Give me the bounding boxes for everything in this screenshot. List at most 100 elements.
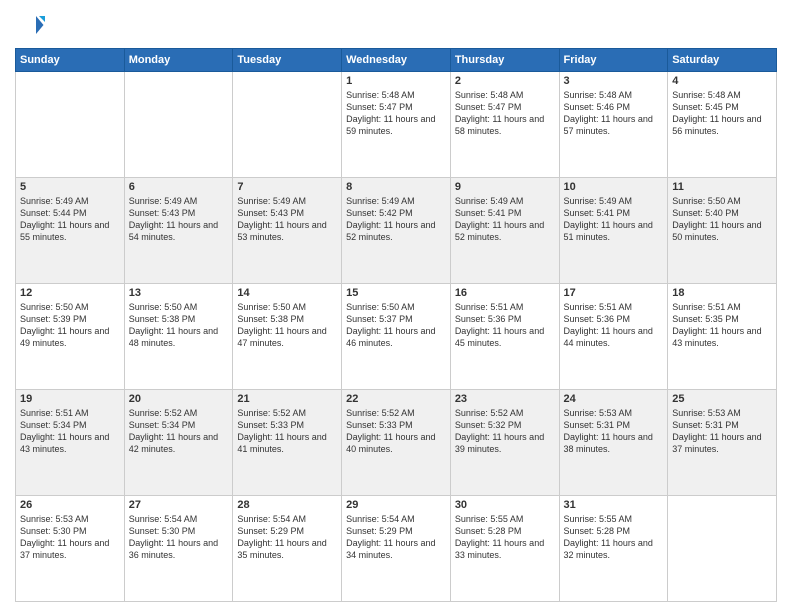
day-number: 8	[346, 181, 446, 193]
calendar-cell: 14 Sunrise: 5:50 AM Sunset: 5:38 PM Dayli…	[233, 284, 342, 390]
day-number: 10	[564, 181, 664, 193]
calendar-cell: 27 Sunrise: 5:54 AM Sunset: 5:30 PM Dayli…	[124, 496, 233, 602]
calendar-cell: 23 Sunrise: 5:52 AM Sunset: 5:32 PM Dayli…	[450, 390, 559, 496]
day-info: Sunrise: 5:49 AM Sunset: 5:43 PM Dayligh…	[237, 195, 337, 244]
day-header: Monday	[124, 49, 233, 72]
day-number: 16	[455, 287, 555, 299]
day-number: 26	[20, 499, 120, 511]
day-info: Sunrise: 5:51 AM Sunset: 5:34 PM Dayligh…	[20, 407, 120, 456]
day-number: 1	[346, 75, 446, 87]
day-info: Sunrise: 5:50 AM Sunset: 5:39 PM Dayligh…	[20, 301, 120, 350]
day-info: Sunrise: 5:49 AM Sunset: 5:44 PM Dayligh…	[20, 195, 120, 244]
calendar-cell: 12 Sunrise: 5:50 AM Sunset: 5:39 PM Dayli…	[16, 284, 125, 390]
day-number: 4	[672, 75, 772, 87]
day-number: 7	[237, 181, 337, 193]
day-number: 9	[455, 181, 555, 193]
calendar-cell: 2 Sunrise: 5:48 AM Sunset: 5:47 PM Daylig…	[450, 72, 559, 178]
calendar-cell: 17 Sunrise: 5:51 AM Sunset: 5:36 PM Dayli…	[559, 284, 668, 390]
calendar-cell	[16, 72, 125, 178]
day-info: Sunrise: 5:50 AM Sunset: 5:37 PM Dayligh…	[346, 301, 446, 350]
calendar-cell	[233, 72, 342, 178]
calendar-cell: 15 Sunrise: 5:50 AM Sunset: 5:37 PM Dayli…	[342, 284, 451, 390]
calendar: SundayMondayTuesdayWednesdayThursdayFrid…	[15, 48, 777, 602]
day-number: 27	[129, 499, 229, 511]
calendar-cell: 29 Sunrise: 5:54 AM Sunset: 5:29 PM Dayli…	[342, 496, 451, 602]
calendar-cell: 26Sunrise: 5:53 AM Sunset: 5:30 PM Dayli…	[16, 496, 125, 602]
header	[15, 10, 777, 40]
day-header: Sunday	[16, 49, 125, 72]
day-info: Sunrise: 5:52 AM Sunset: 5:33 PM Dayligh…	[237, 407, 337, 456]
day-info: Sunrise: 5:54 AM Sunset: 5:29 PM Dayligh…	[237, 513, 337, 562]
day-number: 19	[20, 393, 120, 405]
logo	[15, 10, 49, 40]
day-header: Tuesday	[233, 49, 342, 72]
day-number: 15	[346, 287, 446, 299]
calendar-cell	[124, 72, 233, 178]
day-info: Sunrise: 5:48 AM Sunset: 5:47 PM Dayligh…	[346, 89, 446, 138]
day-header: Wednesday	[342, 49, 451, 72]
day-number: 25	[672, 393, 772, 405]
calendar-cell: 30Sunrise: 5:55 AM Sunset: 5:28 PM Dayli…	[450, 496, 559, 602]
day-info: Sunrise: 5:50 AM Sunset: 5:38 PM Dayligh…	[237, 301, 337, 350]
calendar-cell: 5 Sunrise: 5:49 AM Sunset: 5:44 PM Daylig…	[16, 178, 125, 284]
day-number: 28	[237, 499, 337, 511]
calendar-cell: 25Sunrise: 5:53 AM Sunset: 5:31 PM Dayli…	[668, 390, 777, 496]
calendar-cell: 31Sunrise: 5:55 AM Sunset: 5:28 PM Dayli…	[559, 496, 668, 602]
calendar-week-row: 1 Sunrise: 5:48 AM Sunset: 5:47 PM Daylig…	[16, 72, 777, 178]
logo-icon	[15, 10, 45, 40]
day-info: Sunrise: 5:54 AM Sunset: 5:29 PM Dayligh…	[346, 513, 446, 562]
day-header: Thursday	[450, 49, 559, 72]
calendar-cell: 13Sunrise: 5:50 AM Sunset: 5:38 PM Dayli…	[124, 284, 233, 390]
day-info: Sunrise: 5:52 AM Sunset: 5:32 PM Dayligh…	[455, 407, 555, 456]
day-info: Sunrise: 5:51 AM Sunset: 5:35 PM Dayligh…	[672, 301, 772, 350]
calendar-cell: 16 Sunrise: 5:51 AM Sunset: 5:36 PM Dayli…	[450, 284, 559, 390]
day-number: 2	[455, 75, 555, 87]
day-number: 5	[20, 181, 120, 193]
calendar-cell: 19 Sunrise: 5:51 AM Sunset: 5:34 PM Dayli…	[16, 390, 125, 496]
calendar-cell: 1 Sunrise: 5:48 AM Sunset: 5:47 PM Daylig…	[342, 72, 451, 178]
day-number: 3	[564, 75, 664, 87]
day-info: Sunrise: 5:50 AM Sunset: 5:38 PM Dayligh…	[129, 301, 229, 350]
day-number: 17	[564, 287, 664, 299]
calendar-cell: 8 Sunrise: 5:49 AM Sunset: 5:42 PM Daylig…	[342, 178, 451, 284]
day-info: Sunrise: 5:55 AM Sunset: 5:28 PM Dayligh…	[455, 513, 555, 562]
calendar-cell: 9 Sunrise: 5:49 AM Sunset: 5:41 PM Daylig…	[450, 178, 559, 284]
day-number: 21	[237, 393, 337, 405]
day-number: 23	[455, 393, 555, 405]
calendar-cell: 21 Sunrise: 5:52 AM Sunset: 5:33 PM Dayli…	[233, 390, 342, 496]
day-number: 12	[20, 287, 120, 299]
calendar-week-row: 26Sunrise: 5:53 AM Sunset: 5:30 PM Dayli…	[16, 496, 777, 602]
day-info: Sunrise: 5:55 AM Sunset: 5:28 PM Dayligh…	[564, 513, 664, 562]
calendar-cell: 4 Sunrise: 5:48 AM Sunset: 5:45 PM Daylig…	[668, 72, 777, 178]
day-info: Sunrise: 5:48 AM Sunset: 5:46 PM Dayligh…	[564, 89, 664, 138]
day-number: 14	[237, 287, 337, 299]
calendar-cell: 22Sunrise: 5:52 AM Sunset: 5:33 PM Dayli…	[342, 390, 451, 496]
day-info: Sunrise: 5:49 AM Sunset: 5:42 PM Dayligh…	[346, 195, 446, 244]
day-number: 24	[564, 393, 664, 405]
calendar-week-row: 12 Sunrise: 5:50 AM Sunset: 5:39 PM Dayli…	[16, 284, 777, 390]
day-info: Sunrise: 5:49 AM Sunset: 5:41 PM Dayligh…	[564, 195, 664, 244]
calendar-cell: 3 Sunrise: 5:48 AM Sunset: 5:46 PM Daylig…	[559, 72, 668, 178]
day-info: Sunrise: 5:51 AM Sunset: 5:36 PM Dayligh…	[564, 301, 664, 350]
day-info: Sunrise: 5:51 AM Sunset: 5:36 PM Dayligh…	[455, 301, 555, 350]
calendar-cell: 24Sunrise: 5:53 AM Sunset: 5:31 PM Dayli…	[559, 390, 668, 496]
day-header: Saturday	[668, 49, 777, 72]
day-number: 18	[672, 287, 772, 299]
calendar-cell	[668, 496, 777, 602]
day-number: 20	[129, 393, 229, 405]
day-info: Sunrise: 5:48 AM Sunset: 5:47 PM Dayligh…	[455, 89, 555, 138]
day-info: Sunrise: 5:52 AM Sunset: 5:33 PM Dayligh…	[346, 407, 446, 456]
day-info: Sunrise: 5:49 AM Sunset: 5:41 PM Dayligh…	[455, 195, 555, 244]
day-number: 11	[672, 181, 772, 193]
calendar-cell: 7 Sunrise: 5:49 AM Sunset: 5:43 PM Daylig…	[233, 178, 342, 284]
day-info: Sunrise: 5:50 AM Sunset: 5:40 PM Dayligh…	[672, 195, 772, 244]
day-number: 6	[129, 181, 229, 193]
calendar-cell: 6Sunrise: 5:49 AM Sunset: 5:43 PM Daylig…	[124, 178, 233, 284]
calendar-cell: 20Sunrise: 5:52 AM Sunset: 5:34 PM Dayli…	[124, 390, 233, 496]
calendar-week-row: 5 Sunrise: 5:49 AM Sunset: 5:44 PM Daylig…	[16, 178, 777, 284]
calendar-week-row: 19 Sunrise: 5:51 AM Sunset: 5:34 PM Dayli…	[16, 390, 777, 496]
day-info: Sunrise: 5:54 AM Sunset: 5:30 PM Dayligh…	[129, 513, 229, 562]
day-number: 29	[346, 499, 446, 511]
day-info: Sunrise: 5:48 AM Sunset: 5:45 PM Dayligh…	[672, 89, 772, 138]
day-header: Friday	[559, 49, 668, 72]
